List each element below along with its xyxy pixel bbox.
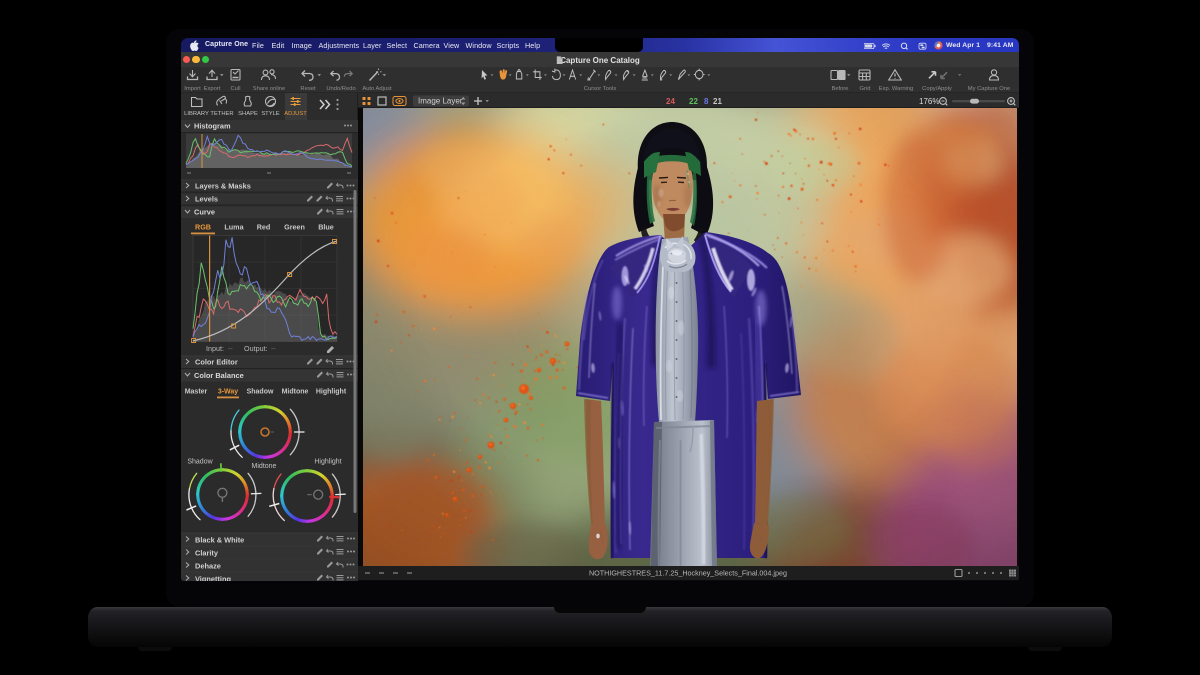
svg-text:8: 8 bbox=[704, 97, 709, 106]
svg-text:21: 21 bbox=[713, 97, 722, 106]
svg-text:24: 24 bbox=[666, 97, 675, 106]
svg-text:22: 22 bbox=[689, 97, 698, 106]
svg-text:NOTHIGHESTRES_11.7.25_Hockney_: NOTHIGHESTRES_11.7.25_Hockney_Selects_Fi… bbox=[589, 569, 787, 578]
svg-text:Image Layer: Image Layer bbox=[418, 96, 463, 105]
svg-text:176%: 176% bbox=[919, 97, 939, 106]
